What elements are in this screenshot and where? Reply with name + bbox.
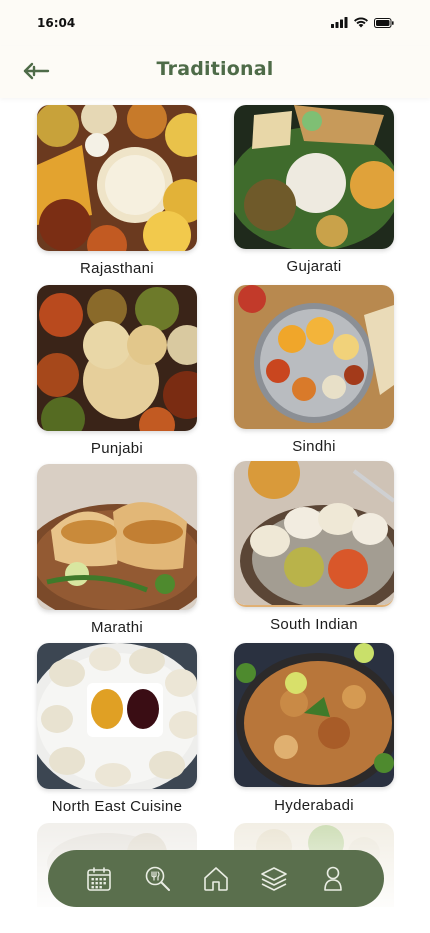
- cuisine-image: [37, 643, 197, 789]
- cuisine-image: [37, 105, 197, 251]
- cuisine-image: [234, 461, 394, 607]
- cuisine-card-north-east[interactable]: North East Cuisine: [37, 643, 197, 815]
- profile-icon: [323, 866, 342, 891]
- cuisine-image: [234, 105, 394, 249]
- nav-calendar[interactable]: [81, 861, 117, 897]
- cuisine-card-south-indian[interactable]: South Indian: [234, 461, 394, 633]
- cuisine-label: Sindhi: [292, 438, 336, 455]
- search-recipe-icon: [145, 866, 170, 891]
- screen: 16:04 Traditional Rajasthani Gujarati Pu…: [0, 0, 430, 933]
- cuisine-card-rajasthani[interactable]: Rajasthani: [37, 105, 197, 277]
- cuisine-card-gujarati[interactable]: Gujarati: [234, 105, 394, 275]
- cuisine-label: Gujarati: [286, 258, 342, 275]
- cuisine-label: Rajasthani: [80, 260, 154, 277]
- nav-search[interactable]: [140, 861, 176, 897]
- cuisine-label: North East Cuisine: [51, 798, 183, 815]
- layers-icon: [261, 866, 288, 891]
- bottom-nav: [48, 850, 384, 907]
- cuisine-label: Punjabi: [90, 440, 144, 457]
- header: Traditional: [0, 46, 430, 98]
- cuisine-card-marathi[interactable]: Marathi: [37, 464, 197, 636]
- home-indicator-area: [0, 907, 430, 933]
- status-bar: 16:04: [0, 0, 430, 46]
- nav-layers[interactable]: [256, 861, 292, 897]
- battery-icon: [374, 17, 394, 28]
- home-icon: [204, 866, 228, 891]
- page-title: Traditional: [156, 58, 274, 80]
- cuisine-card-punjabi[interactable]: Punjabi: [37, 285, 197, 457]
- status-time: 16:04: [37, 16, 76, 30]
- wifi-icon: [354, 17, 368, 28]
- cuisine-image: [37, 285, 197, 431]
- cuisine-card-sindhi[interactable]: Sindhi: [234, 285, 394, 455]
- cuisine-grid: Rajasthani Gujarati Punjabi Sindhi Marat…: [0, 98, 430, 933]
- cuisine-image: [37, 464, 197, 610]
- cuisine-label: Marathi: [90, 619, 144, 636]
- signal-icon: [331, 17, 348, 28]
- cuisine-label: South Indian: [270, 616, 358, 633]
- cuisine-image: [234, 285, 394, 429]
- cuisine-card-hyderabadi[interactable]: Hyderabadi: [234, 643, 394, 814]
- nav-profile[interactable]: [315, 861, 351, 897]
- status-icons: [331, 17, 394, 28]
- nav-home[interactable]: [198, 861, 234, 897]
- calendar-icon: [87, 866, 111, 891]
- cuisine-label: Hyderabadi: [274, 797, 354, 814]
- cuisine-image: [234, 643, 394, 787]
